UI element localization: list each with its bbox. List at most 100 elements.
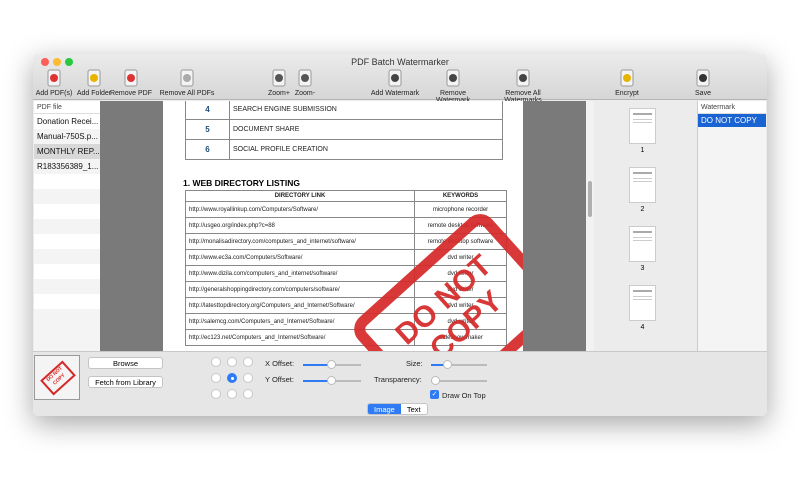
toolbar-label: Add Watermark — [370, 90, 420, 97]
toc-row: 6 SOCIAL PROFILE CREATION — [185, 139, 503, 160]
remove-all-pdfs-icon — [177, 68, 197, 88]
column-header: DIRECTORY LINK — [185, 190, 415, 202]
position-radio-left[interactable] — [211, 373, 221, 383]
x-offset-slider[interactable] — [303, 360, 361, 369]
pdf-preview-page: 4 SEARCH ENGINE SUBMISSION 5 DOCUMENT SHARE… — [163, 101, 523, 351]
toolbar-label: Remove PDF — [109, 90, 152, 97]
empty-row — [34, 174, 100, 189]
toc-row: 4 SEARCH ENGINE SUBMISSION — [185, 101, 503, 120]
zoom-button[interactable]: Zoom- — [275, 68, 335, 97]
remove-all-watermarks-button[interactable]: Remove All Watermarks — [493, 68, 553, 104]
section-heading: 1. WEB DIRECTORY LISTING — [183, 178, 300, 188]
position-radio-bottom-left[interactable] — [211, 389, 221, 399]
pdf-list-item[interactable]: Donation Recei... — [34, 114, 100, 129]
pdf-list-item[interactable]: R183356389_1... — [34, 159, 100, 174]
toc-number: 4 — [185, 101, 230, 120]
directory-link: http://www.ec3a.com/Computers/Software/ — [185, 249, 415, 266]
mode-segmented-control: Image Text — [367, 403, 428, 415]
page-thumbnail[interactable] — [629, 108, 656, 144]
directory-link: http://monalisadirectory.com/computers_a… — [185, 233, 415, 250]
toc-title: SEARCH ENGINE SUBMISSION — [229, 101, 503, 120]
app-window: PDF Batch Watermarker Add PDF(s) Add Fold… — [33, 54, 767, 416]
y-offset-label: Y Offset: — [265, 375, 294, 384]
watermark-item[interactable]: DO NOT COPY — [698, 114, 766, 127]
empty-row — [34, 219, 100, 234]
position-radio-right[interactable] — [243, 373, 253, 383]
empty-row — [34, 264, 100, 279]
size-slider[interactable] — [431, 360, 487, 369]
pdf-file-list: PDF file Donation Recei... Manual-750S.p.… — [34, 101, 100, 351]
draw-on-top-label: Draw On Top — [442, 391, 486, 400]
remove-all-watermarks-icon — [513, 68, 533, 88]
watermark-settings-panel: DO NOT COPY Browse Fetch from Library X … — [33, 351, 767, 416]
position-radio-center[interactable] — [227, 373, 237, 383]
transparency-label: Transparency: — [374, 375, 422, 384]
preview-background — [523, 101, 586, 351]
size-label: Size: — [406, 359, 423, 368]
directory-link: http://usgeo.org/index.php?c=88 — [185, 217, 415, 234]
toolbar-label: Encrypt — [615, 90, 639, 97]
watermark-list-header: Watermark — [698, 101, 766, 114]
fetch-from-library-button[interactable]: Fetch from Library — [88, 376, 163, 388]
empty-row — [34, 249, 100, 264]
toc-row: 5 DOCUMENT SHARE — [185, 119, 503, 140]
stamp-thumbnail: DO NOT COPY — [40, 360, 76, 396]
browse-button[interactable]: Browse — [88, 357, 163, 369]
pdf-list-header: PDF file — [34, 101, 100, 114]
column-header: KEYWORDS — [414, 190, 507, 202]
directory-link: http://generalshoppingdirectory.com/comp… — [185, 281, 415, 298]
lock-icon — [617, 68, 637, 88]
toc-number: 6 — [185, 139, 230, 160]
remove-watermark-icon — [443, 68, 463, 88]
transparency-slider[interactable] — [431, 376, 487, 385]
empty-row — [34, 294, 100, 309]
x-offset-label: X Offset: — [265, 359, 295, 368]
position-radio-bottom[interactable] — [227, 389, 237, 399]
empty-row — [34, 204, 100, 219]
floppy-icon — [693, 68, 713, 88]
zoom-out-icon — [295, 68, 315, 88]
draw-on-top-checkbox[interactable]: ✓ — [430, 390, 439, 399]
page-number: 2 — [640, 206, 645, 213]
save-button[interactable]: Save — [673, 68, 733, 97]
toc-number: 5 — [185, 119, 230, 140]
toc-title: DOCUMENT SHARE — [229, 119, 503, 140]
toolbar-label: Zoom- — [294, 90, 316, 97]
position-radio-bottom-right[interactable] — [243, 389, 253, 399]
toc-title: SOCIAL PROFILE CREATION — [229, 139, 503, 160]
toolbar: PDF Batch Watermarker Add PDF(s) Add Fold… — [33, 54, 767, 104]
pdf-list-item[interactable]: Manual-750S.p... — [34, 129, 100, 144]
page-thumbnail[interactable] — [629, 167, 656, 203]
remove-pdf-icon — [121, 68, 141, 88]
tab-image[interactable]: Image — [368, 404, 401, 414]
window-title: PDF Batch Watermarker — [351, 57, 449, 67]
directory-link: http://www.royallinkup.com/Computers/Sof… — [185, 201, 415, 218]
page-number: 1 — [640, 147, 645, 154]
add-watermark-button[interactable]: Add Watermark — [365, 68, 425, 97]
position-radio-top[interactable] — [227, 357, 237, 367]
directory-link: http://www.dizila.com/computers_and_inte… — [185, 265, 415, 282]
tab-text[interactable]: Text — [400, 404, 427, 414]
preview-scrollbar[interactable] — [586, 101, 594, 351]
empty-row — [34, 279, 100, 294]
watermark-image-preview: DO NOT COPY — [34, 355, 80, 400]
pdf-list-item[interactable]: MONTHLY REP... — [34, 144, 100, 159]
toolbar-label: Remove All PDFs — [159, 90, 215, 97]
position-radio-top-right[interactable] — [243, 357, 253, 367]
empty-row — [34, 234, 100, 249]
add-pdf-icon — [44, 68, 64, 88]
page-thumbnails: 1 2 3 4 — [595, 101, 695, 351]
remove-pdf-button[interactable]: Remove PDF — [101, 68, 161, 97]
preview-background — [100, 101, 163, 351]
remove-all-pdfs-button[interactable]: Remove All PDFs — [157, 68, 217, 97]
encrypt-button[interactable]: Encrypt — [597, 68, 657, 97]
page-thumbnail[interactable] — [629, 285, 656, 321]
page-thumbnail[interactable] — [629, 226, 656, 262]
empty-row — [34, 309, 100, 324]
y-offset-slider[interactable] — [303, 376, 361, 385]
remove-watermark-button[interactable]: Remove Watermark — [423, 68, 483, 104]
watermark-list: Watermark DO NOT COPY — [697, 101, 766, 351]
add-watermark-icon — [385, 68, 405, 88]
keyword: microphone recorder — [414, 201, 507, 218]
position-radio-top-left[interactable] — [211, 357, 221, 367]
